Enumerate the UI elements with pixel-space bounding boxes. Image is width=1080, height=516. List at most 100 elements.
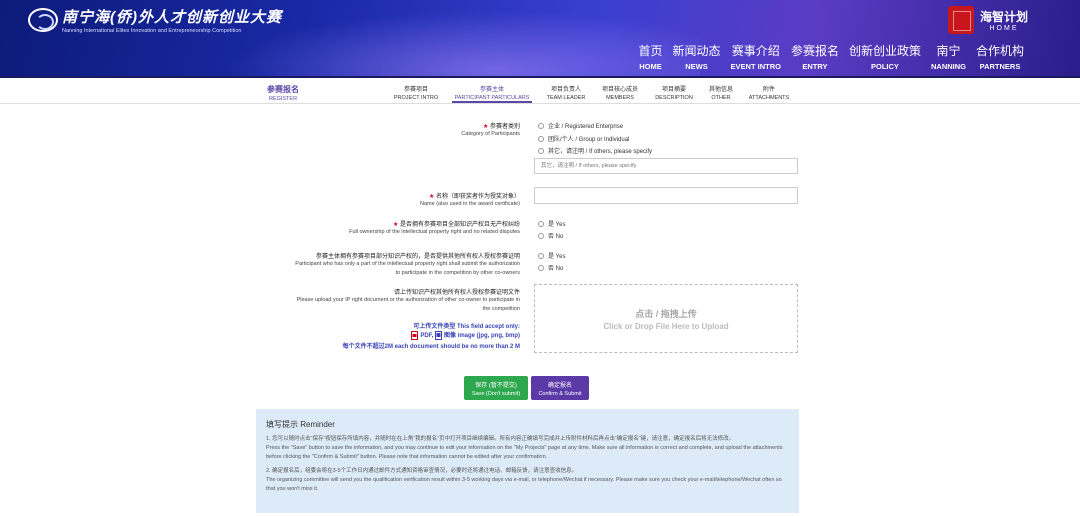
tab-label-cn: 项目摘要 [661, 87, 686, 93]
authorization-option-no[interactable]: 否 No [538, 263, 563, 272]
authorization-label-en-2: to participate in the competition by oth… [395, 270, 520, 276]
category-label-en: Category of Participants [461, 131, 520, 137]
option-label: 否 No [548, 266, 564, 272]
site-header: 南宁海(侨)外人才创新创业大赛 Nanning International El… [0, 0, 1080, 78]
tab-participant-particulars[interactable]: 参赛主体 PARTICIPANT PARTICULARS [452, 84, 532, 103]
radio-icon [538, 135, 544, 142]
tab-members[interactable]: 项目核心成员 MEMBERS [598, 84, 642, 103]
logo-title-cn: 南宁海(侨)外人才创新创业大赛 [62, 9, 282, 26]
upload-prompt-en: Click or Drop File Here to Upload [603, 321, 729, 331]
category-option-other[interactable]: 其它，请注明 / If others, please specify [538, 146, 652, 155]
logo-title-en: Nanning International Elites Innovation … [62, 28, 242, 34]
register-heading-cn: 参赛报名 [267, 85, 299, 94]
nav-label-cn: 合作机构 [975, 44, 1024, 58]
nav-label-cn: 首页 [638, 44, 663, 58]
tab-label-en: TEAM LEADER [546, 95, 586, 101]
nav-label-en: ENTRY [802, 62, 828, 71]
nav-event-intro[interactable]: 赛事介绍 EVENT INTRO [731, 42, 781, 71]
tab-team-leader[interactable]: 项目负责人 TEAM LEADER [543, 84, 589, 103]
save-button[interactable]: 保存 (暂不提交) Save (Don't submit) [464, 376, 528, 400]
option-label: 其它，请注明 / If others, please specify [548, 149, 653, 155]
tab-label-en: PARTICIPANT PARTICULARS [454, 95, 530, 101]
tab-other[interactable]: 其他信息 OTHER [706, 84, 736, 103]
nav-policy[interactable]: 创新创业政策 POLICY [849, 42, 921, 71]
tab-label-en: MEMBERS [606, 95, 634, 101]
radio-icon [538, 252, 544, 259]
reminder-item-2: 2. 确定报名后，组委会将在3-5个工作日内通过邮件方式通知资格审查情况，必要时… [266, 467, 789, 494]
tab-label-cn: 项目负责人 [550, 87, 581, 93]
reminder-item-1-en: Press the "Save" button to save the info… [266, 445, 783, 460]
submit-button-label-en: Confirm & Submit [538, 391, 582, 397]
reminder-item-2-en: The organizing committee will send you t… [266, 477, 782, 492]
reminder-title: 填写提示 Reminder [266, 420, 335, 429]
save-button-label-en: Save (Don't submit) [471, 391, 521, 397]
nav-home[interactable]: 首页 HOME [639, 42, 663, 71]
reminder-box: 填写提示 Reminder 1. 您可以随时点击“保存”按钮保存所填内容，并随时… [256, 409, 799, 513]
image-file-icon [435, 330, 442, 340]
nav-label-cn: 创新创业政策 [848, 44, 921, 58]
file-size-note: 每个文件不超过2M each document should be no mor… [342, 344, 520, 350]
nav-entry[interactable]: 参赛报名 ENTRY [791, 42, 839, 71]
reminder-item-1-cn: 1. 您可以随时点击“保存”按钮保存所填内容，并随时在在上角“我的报名”页中打开… [266, 436, 735, 442]
nav-label-en: PARTNERS [979, 62, 1021, 71]
upload-label-cn: 请上传知识产权其他所有权人授权参赛证明文件 [393, 290, 520, 296]
tab-description[interactable]: 项目摘要 DESCRIPTION [652, 84, 696, 103]
register-heading: 参赛报名 REGISTER [267, 84, 299, 102]
authorization-label: 参赛主体拥有参赛项目部分知识产权的，是否提供其他所有权人授权参赛证明 Parti… [295, 251, 520, 278]
pdf-file-icon [411, 330, 419, 340]
nav-label-en: EVENT INTRO [730, 62, 781, 71]
nav-news[interactable]: 新闻动态 NEWS [673, 42, 721, 71]
nav-partners[interactable]: 合作机构 PARTNERS [976, 42, 1024, 71]
seal-icon [947, 6, 974, 34]
upload-dropzone[interactable]: 点击 / 拖拽上传 Click or Drop File Here to Upl… [534, 284, 798, 353]
nav-label-cn: 新闻动态 [672, 44, 721, 58]
category-other-input[interactable] [534, 158, 798, 174]
radio-icon [538, 232, 544, 239]
option-label: 企业 / Registered Enterprise [548, 124, 624, 130]
submit-button[interactable]: 确定报名 Confirm & Submit [531, 376, 589, 400]
option-label: 团队/个人 / Group or Individual [548, 137, 630, 143]
category-label: ★ 参赛者类别 Category of Participants [461, 121, 520, 139]
nav-label-en: NANNING [930, 62, 966, 71]
brand-logo[interactable]: 海智计划 HOME [947, 6, 1028, 34]
main-nav: 首页 HOME 新闻动态 NEWS 赛事介绍 EVENT INTRO 参赛报名 ENTR… [629, 42, 1025, 71]
register-heading-en: REGISTER [268, 96, 298, 102]
tab-attachments[interactable]: 附件 ATTACHMENTS [746, 84, 792, 103]
ownership-option-no[interactable]: 否 No [538, 231, 563, 240]
logo-emblem-icon [28, 8, 58, 32]
option-label: 是 Yes [548, 254, 566, 260]
name-input[interactable] [534, 187, 798, 204]
radio-icon [538, 122, 544, 129]
authorization-option-yes[interactable]: 是 Yes [538, 251, 565, 260]
upload-label: 请上传知识产权其他所有权人授权参赛证明文件 Please upload your… [297, 287, 520, 314]
nav-label-en: HOME [639, 62, 662, 71]
upload-label-en-2: the competition [482, 306, 520, 312]
category-option-group[interactable]: 团队/个人 / Group or Individual [538, 134, 629, 143]
tab-label-cn: 项目核心成员 [601, 87, 638, 93]
ownership-option-yes[interactable]: 是 Yes [538, 219, 565, 228]
tab-label-cn: 参赛项目 [403, 87, 428, 93]
tab-label-cn: 附件 [762, 87, 775, 93]
pdf-label: PDF, [420, 333, 434, 339]
tab-label-en: PROJECT INTRO [393, 95, 439, 101]
authorization-label-en-1: Participant who has only a part of the i… [295, 261, 520, 267]
site-logo[interactable]: 南宁海(侨)外人才创新创业大赛 Nanning International El… [28, 6, 282, 34]
name-label: ★ 名称（即获奖者作为授奖对象） Name (also used in the … [420, 191, 520, 209]
tab-label-en: ATTACHMENTS [748, 95, 790, 101]
nav-nanning[interactable]: 南宁 NANNING [931, 42, 966, 71]
upload-label-en-1: Please upload your IP right document or … [296, 297, 520, 303]
nav-label-en: POLICY [871, 62, 899, 71]
save-button-label-cn: 保存 (暂不提交) [475, 383, 517, 389]
upload-prompt-cn: 点击 / 拖拽上传 [635, 308, 697, 319]
category-option-enterprise[interactable]: 企业 / Registered Enterprise [538, 121, 623, 130]
registration-tabs: 参赛报名 REGISTER 参赛项目 PROJECT INTRO 参赛主体 PART… [0, 78, 1080, 104]
brand-title: 海智计划 [979, 10, 1028, 24]
nav-label-cn: 南宁 [936, 44, 961, 58]
option-label: 否 No [548, 234, 564, 240]
accept-note: 可上传文件类型 This field accept only: [413, 324, 520, 330]
option-label: 是 Yes [548, 222, 566, 228]
nav-label-cn: 赛事介绍 [731, 44, 780, 58]
tab-project-intro[interactable]: 参赛项目 PROJECT INTRO [391, 84, 441, 103]
radio-icon [538, 147, 544, 154]
name-label-en: Name (also used in the award certificate… [420, 201, 520, 207]
